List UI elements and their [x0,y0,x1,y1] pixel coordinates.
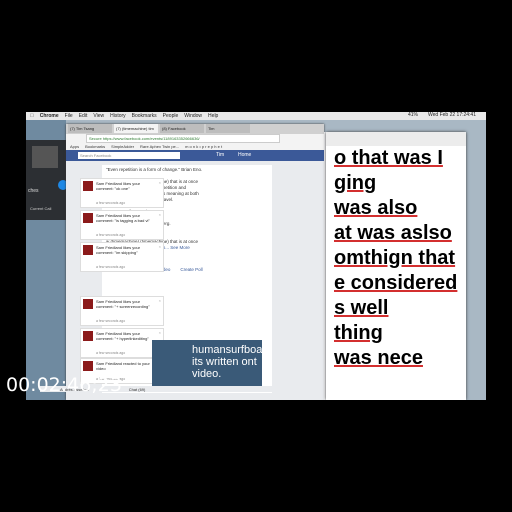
bookmark-monk[interactable]: m o n k • p r e p h e t [185,144,222,149]
notification-thumbnail [83,213,93,223]
video-overlay-line: video. [192,368,222,380]
clock: Wed Feb 22 17:24:41 [428,112,476,118]
document-line: at was aslso [334,222,452,244]
menu-bookmarks[interactable]: Bookmarks [132,113,157,119]
call-label: Current Call [30,206,52,211]
bookmark-bookmarks[interactable]: Bookmarks [85,144,105,149]
notification-thumbnail [83,361,93,371]
document-line: thing [334,322,383,344]
menu-window[interactable]: Window [184,113,202,119]
tab-4[interactable]: Tim [206,124,250,133]
video-overlay-line: humansurfboar [192,344,266,356]
notification-thumbnail [83,299,93,309]
document-toolbar [326,132,466,146]
home-link[interactable]: Home [238,152,251,158]
notification-thumbnail [83,181,93,191]
battery-level: 41% [407,112,418,118]
bookmarks-bar: Apps Bookmarks SimpleAdder Rare Aphex Tw… [66,143,328,150]
notification-toast[interactable]: Sam Friedland likes your comment: "is ta… [80,210,164,240]
notification-time: a few seconds ago [96,319,126,323]
document-line: omthign that [334,247,456,269]
timecode-overlay: 00:02:46;23 [6,374,122,396]
menu-view[interactable]: View [93,113,104,119]
notification-thumbnail [83,245,93,255]
notification-text: Sam Friedland likes your comment: "im sk… [96,245,141,255]
document-line: s well [334,297,389,319]
menu-people[interactable]: People [163,113,179,119]
bookmark-apps[interactable]: Apps [70,144,79,149]
tab-2[interactable]: (7) (timemachine) tim [114,124,158,133]
document-line: e considered [334,272,458,294]
address-bar-row: Secure https://www.facebook.com/events/1… [66,134,324,143]
notification-text: Sam Friedland likes your comment: "ok on… [96,181,141,191]
menu-file[interactable]: File [65,113,73,119]
document-line: was nece [334,347,423,369]
tab-1[interactable]: (7) Tim Tsang [68,124,112,133]
notification-toast[interactable]: Sam Friedland likes your comment: "im sk… [80,242,164,272]
document-line: ging [334,172,377,194]
tab-strip: (7) Tim Tsang (7) (timemachine) tim (8) … [66,124,324,134]
create-poll-button[interactable]: Create Poll [180,267,202,273]
menubar-status: 41% Wed Feb 22 17:24:41 [408,112,482,118]
document-body[interactable]: o that was I ging was also at was aslso … [326,146,466,400]
notification-text: Sam Friedland likes your comment: "is ta… [96,213,150,223]
close-icon[interactable]: × [159,298,161,303]
notification-time: a few seconds ago [96,233,126,237]
url-input[interactable]: Secure https://www.facebook.com/events/1… [86,134,280,143]
notification-time: a few seconds ago [96,351,126,355]
notification-thumbnail [83,331,93,341]
notification-text: Sam Friedland likes your comment: "+ scr… [96,299,150,309]
video-overlay-line: its written ont [192,356,257,368]
bookmark-simpleadder[interactable]: SimpleAdder [111,144,134,149]
notification-time: a few seconds ago [96,201,126,205]
call-caption: ches [28,188,39,194]
notification-toast[interactable]: Sam Friedland likes your comment: "+ scr… [80,296,164,326]
menu-help[interactable]: Help [208,113,218,119]
close-icon[interactable]: × [159,244,161,249]
close-icon[interactable]: × [159,330,161,335]
notification-time: a few seconds ago [96,265,126,269]
menu-chrome[interactable]: Chrome [40,113,59,119]
apple-icon[interactable]:  [30,113,34,119]
notification-text: Sam Friedland reacted to your video [96,361,150,371]
document-line: o that was I [334,147,443,169]
facebook-search-input[interactable]: Search Facebook [78,152,180,159]
bookmark-aphex[interactable]: Rare Aphex Twin pe... [140,144,179,149]
document-line: was also [334,197,418,219]
mac-menubar:  Chrome File Edit View History Bookmark… [26,112,486,120]
menu-edit[interactable]: Edit [79,113,88,119]
embedded-video-preview[interactable]: humansurfboar its written ont video. [152,340,266,390]
caller-video [32,146,58,168]
text-document-window: o that was I ging was also at was aslso … [326,132,466,400]
profile-link[interactable]: Tim [216,152,224,158]
tab-3[interactable]: (8) Facebook [160,124,204,133]
notification-text: Sam Friedland likes your comment: "+ hyp… [96,331,149,341]
close-icon[interactable]: × [159,212,161,217]
menu-history[interactable]: History [110,113,126,119]
chat-toggle[interactable]: Chat (69) [129,387,146,392]
notification-toast[interactable]: Sam Friedland likes your comment: "ok on… [80,178,164,208]
facebook-header: Search Facebook Tim Home [66,150,324,161]
close-icon[interactable]: × [159,180,161,185]
